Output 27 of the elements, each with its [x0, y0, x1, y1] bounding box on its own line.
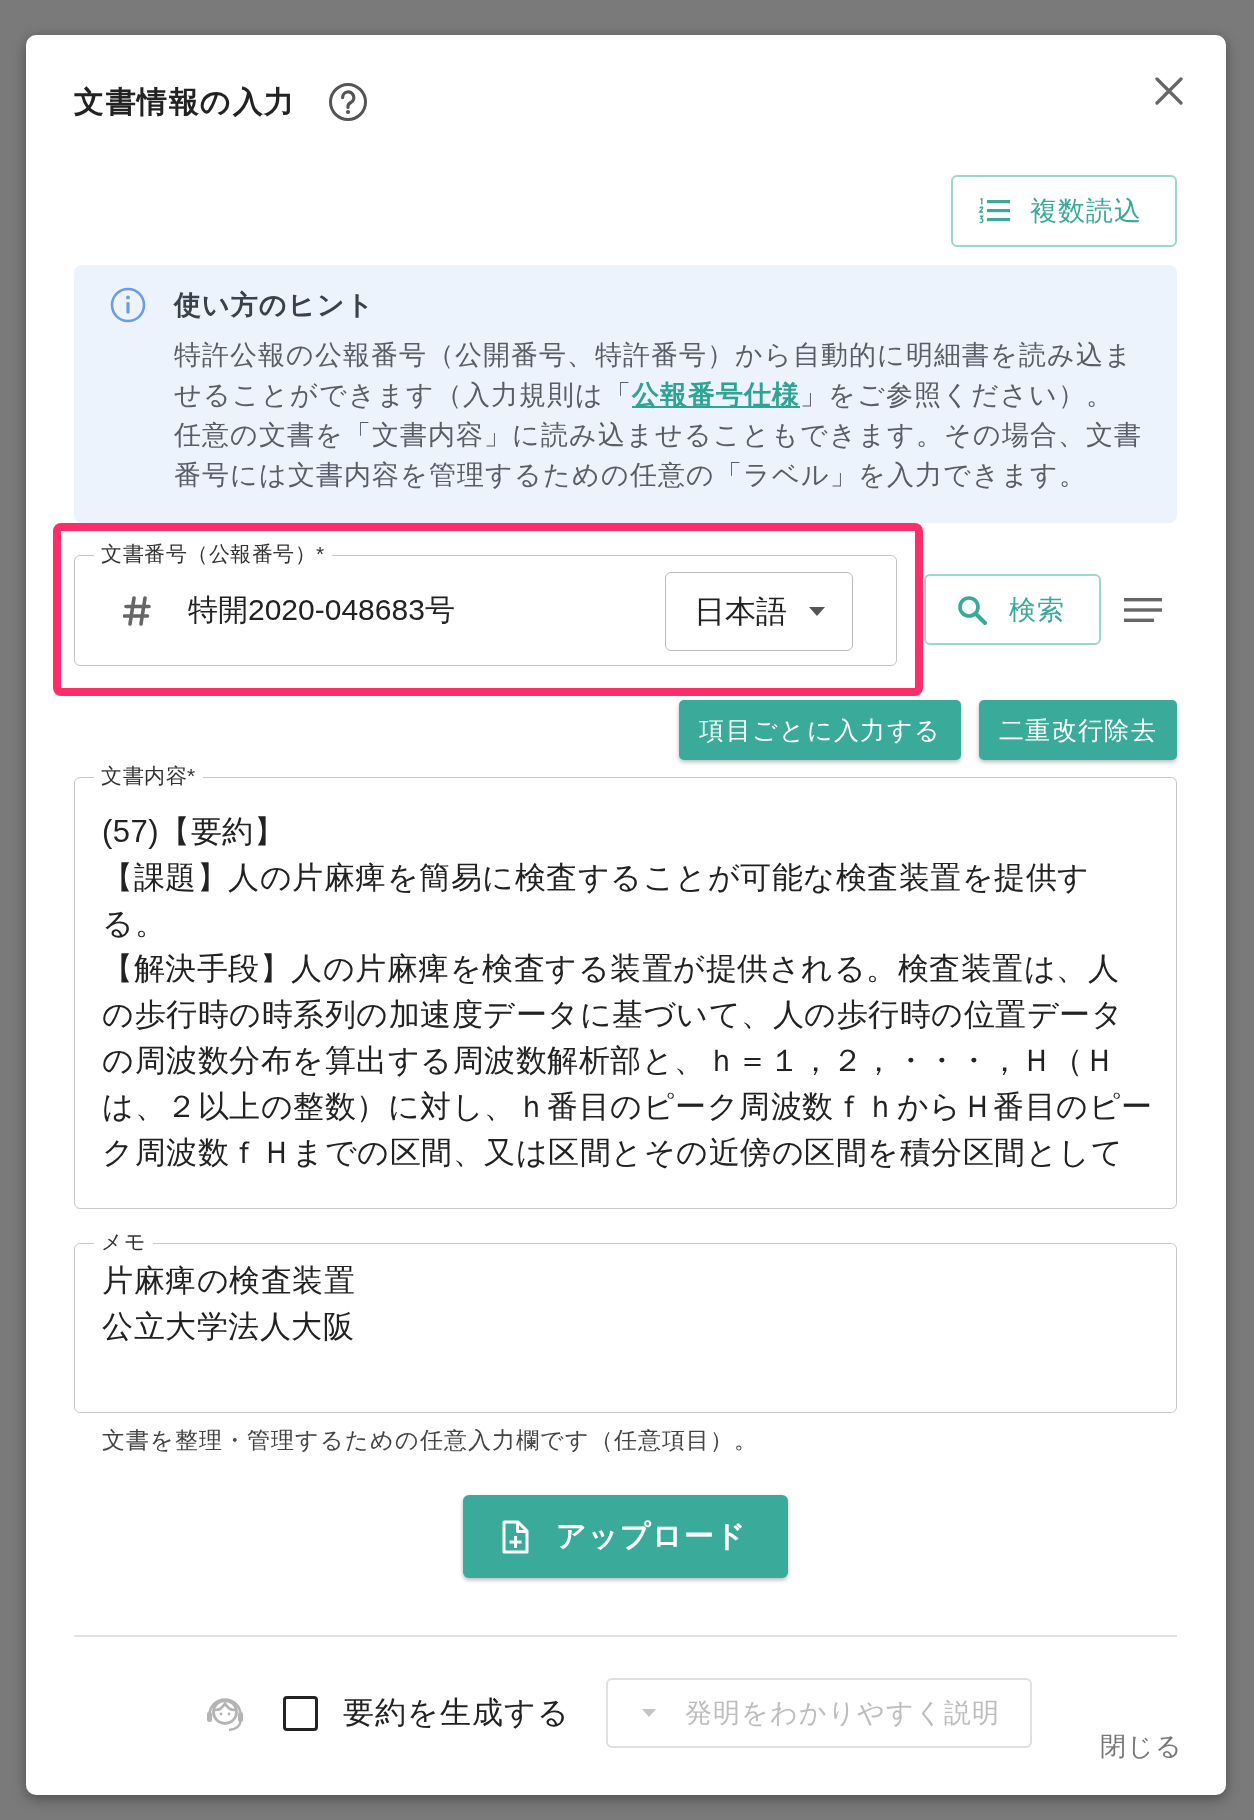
menu-icon[interactable]: [1124, 597, 1162, 622]
close-icon[interactable]: [1155, 77, 1183, 105]
hint-title: 使い方のヒント: [174, 289, 376, 322]
action-button[interactable]: 項目ごとに入力する: [679, 700, 962, 760]
info-icon: [110, 287, 146, 323]
summary-checkbox-label[interactable]: 要約を生成する: [343, 1692, 570, 1734]
numbered-list-icon: [978, 198, 1010, 224]
hint-text: 任意の文書を「文書内容」に読み込ませることもできます。 その場合、文書番号には文書内容を管理するための任意の「ラベル」を入力できます。: [174, 419, 1143, 492]
summary-checkbox[interactable]: [283, 1695, 318, 1731]
memo-helper-text: 文書を整理・管理するための任意入力欄です（任意項目）。: [101, 1426, 758, 1454]
action-button[interactable]: 二重改行除去: [979, 700, 1177, 760]
field-label: 文書番号（公報番号）*: [94, 542, 332, 566]
search-button[interactable]: 検索: [924, 574, 1101, 645]
caret-icon: [809, 607, 825, 616]
hint-text: 特許公報の公報番号（公開番号、特許番号）から自動的に明細書を読み込ませることができます（入力規則は「公報番号仕様」をご参照ください）。: [174, 339, 1134, 412]
upload-button[interactable]: アップロード: [463, 1495, 788, 1578]
hash-icon: [123, 595, 151, 626]
language-select[interactable]: 日本語: [665, 572, 853, 651]
search-icon: [957, 594, 987, 625]
spec-link[interactable]: 公報番号仕様: [632, 380, 800, 410]
caret-icon: [642, 1709, 656, 1717]
help-icon[interactable]: [327, 82, 368, 122]
dialog-title: 文書情報の入力: [74, 84, 296, 120]
content-label: 文書内容*: [94, 764, 203, 788]
file-plus-icon: [500, 1519, 529, 1554]
bulk-load-button[interactable]: 複数読込: [951, 175, 1177, 247]
close-button[interactable]: 閉じる: [1100, 1731, 1183, 1761]
